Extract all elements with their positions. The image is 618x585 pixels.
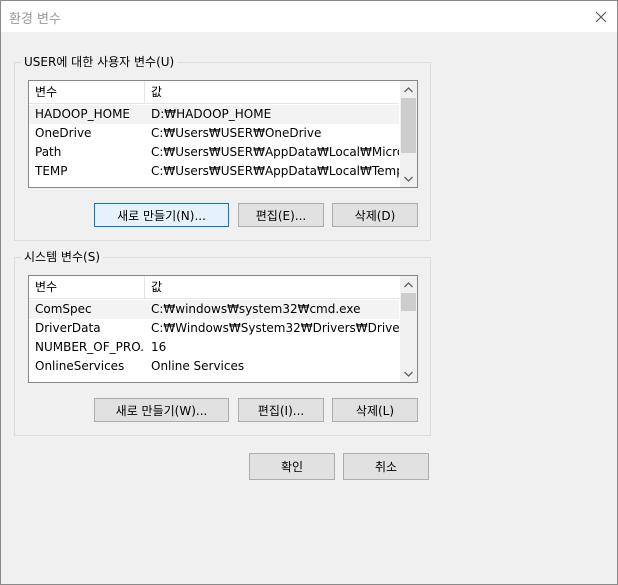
scroll-up-button[interactable] bbox=[400, 277, 417, 292]
table-row[interactable]: TEMP C:₩Users₩USER₩AppData₩Local₩Temp bbox=[29, 162, 399, 181]
chevron-up-icon bbox=[404, 86, 413, 92]
user-new-button[interactable]: 새로 만들기(N)... bbox=[94, 203, 229, 227]
table-row[interactable]: OneDrive C:₩Users₩USER₩OneDrive bbox=[29, 124, 399, 143]
system-variables-label: 시스템 변수(S) bbox=[21, 249, 103, 265]
scroll-thumb[interactable] bbox=[401, 98, 416, 153]
variable-name: NUMBER_OF_PRO... bbox=[35, 340, 145, 354]
table-row[interactable]: Path C:₩Users₩USER₩AppData₩Local₩Microso… bbox=[29, 143, 399, 162]
scroll-thumb[interactable] bbox=[401, 293, 416, 311]
system-variables-list[interactable]: 변수 값 ComSpec C:₩windows₩system32₩cmd.exe… bbox=[28, 275, 418, 383]
chevron-up-icon bbox=[404, 281, 413, 287]
user-variables-list[interactable]: 변수 값 HADOOP_HOME D:₩HADOOP_HOME OneDrive… bbox=[28, 80, 418, 188]
close-icon bbox=[595, 11, 607, 22]
variable-name: OnlineServices bbox=[35, 359, 125, 373]
column-header-name[interactable]: 변수 bbox=[29, 81, 145, 103]
window-title: 환경 변수 bbox=[9, 12, 61, 27]
environment-variables-dialog: 환경 변수 USER에 대한 사용자 변수(U) 변수 값 HADOOP_HOM… bbox=[0, 0, 618, 585]
system-new-button[interactable]: 새로 만들기(W)... bbox=[94, 398, 229, 422]
variable-name: Path bbox=[35, 145, 62, 159]
table-row[interactable]: OnlineServices Online Services bbox=[29, 357, 399, 376]
cancel-button[interactable]: 취소 bbox=[343, 453, 429, 480]
chevron-down-icon bbox=[404, 176, 413, 182]
user-variables-group: USER에 대한 사용자 변수(U) 변수 값 HADOOP_HOME D:₩H… bbox=[14, 54, 431, 241]
variable-value: C:₩Users₩USER₩AppData₩Local₩Microsof... bbox=[151, 145, 399, 159]
variable-value: Online Services bbox=[151, 359, 245, 373]
vertical-scrollbar[interactable] bbox=[400, 81, 417, 187]
variable-name: OneDrive bbox=[35, 126, 92, 140]
variable-value: C:₩windows₩system32₩cmd.exe bbox=[151, 302, 361, 316]
variable-value: D:₩HADOOP_HOME bbox=[151, 107, 272, 121]
scroll-down-button[interactable] bbox=[400, 366, 417, 381]
list-header: 변수 값 bbox=[29, 81, 399, 104]
table-row[interactable]: HADOOP_HOME D:₩HADOOP_HOME bbox=[29, 105, 399, 124]
ok-button[interactable]: 확인 bbox=[249, 453, 335, 480]
table-row[interactable]: ComSpec C:₩windows₩system32₩cmd.exe bbox=[29, 300, 399, 319]
column-header-name[interactable]: 변수 bbox=[29, 276, 145, 298]
variable-value: C:₩Windows₩System32₩Drivers₩DriverData bbox=[151, 321, 399, 335]
table-row[interactable]: NUMBER_OF_PRO... 16 bbox=[29, 338, 399, 357]
table-row[interactable]: DriverData C:₩Windows₩System32₩Drivers₩D… bbox=[29, 319, 399, 338]
variable-value: C:₩Users₩USER₩AppData₩Local₩Temp bbox=[151, 164, 399, 178]
variable-name: ComSpec bbox=[35, 302, 92, 316]
column-header-value[interactable]: 값 bbox=[145, 276, 399, 298]
user-edit-button[interactable]: 편집(E)... bbox=[238, 203, 324, 227]
variable-value: C:₩Users₩USER₩OneDrive bbox=[151, 126, 322, 140]
scroll-down-button[interactable] bbox=[400, 171, 417, 186]
chevron-down-icon bbox=[404, 371, 413, 377]
title-bar: 환경 변수 bbox=[1, 1, 617, 32]
close-button[interactable] bbox=[585, 1, 617, 32]
vertical-scrollbar[interactable] bbox=[400, 276, 417, 382]
list-header: 변수 값 bbox=[29, 276, 399, 299]
variable-name: TEMP bbox=[35, 164, 68, 178]
user-variables-label: USER에 대한 사용자 변수(U) bbox=[21, 54, 178, 70]
column-header-value[interactable]: 값 bbox=[145, 81, 399, 103]
system-delete-button[interactable]: 삭제(L) bbox=[332, 398, 418, 422]
system-variables-group: 시스템 변수(S) 변수 값 ComSpec C:₩windows₩system… bbox=[14, 249, 431, 436]
variable-name: HADOOP_HOME bbox=[35, 107, 131, 121]
variable-value: 16 bbox=[151, 340, 167, 354]
user-delete-button[interactable]: 삭제(D) bbox=[332, 203, 418, 227]
variable-name: DriverData bbox=[35, 321, 101, 335]
system-edit-button[interactable]: 편집(I)... bbox=[238, 398, 324, 422]
scroll-up-button[interactable] bbox=[400, 82, 417, 97]
